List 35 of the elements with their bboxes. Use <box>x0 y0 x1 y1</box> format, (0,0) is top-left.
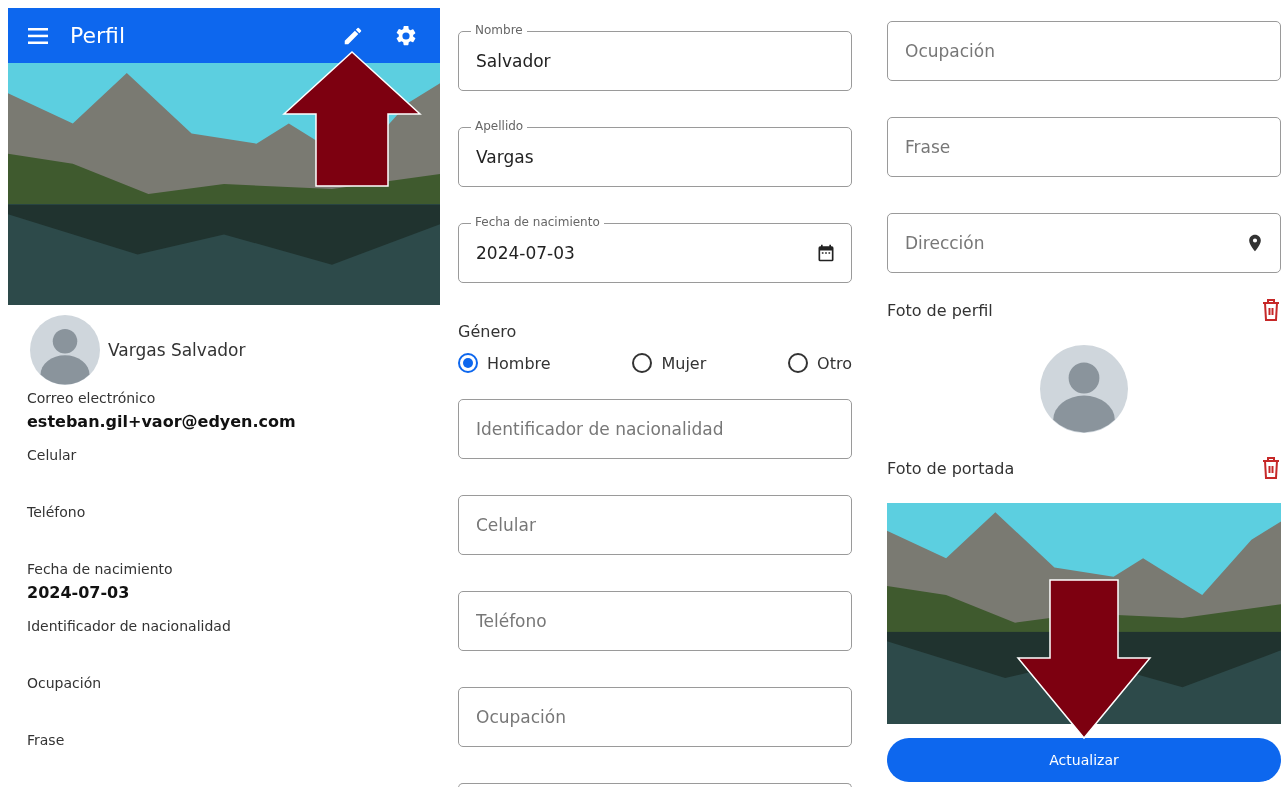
detail-label: Frase <box>27 731 65 750</box>
radio-label[interactable]: Hombre <box>487 353 551 373</box>
field-label: Apellido <box>471 119 528 134</box>
menu-icon[interactable] <box>28 27 48 44</box>
app-title: Perfil <box>70 23 127 48</box>
text-field[interactable]: Teléfono <box>458 591 852 651</box>
detail-label: Correo electrónico <box>27 389 156 408</box>
settings-icon[interactable] <box>394 23 418 48</box>
text-field[interactable]: Ocupación <box>887 21 1281 81</box>
detail-label: Ocupación <box>27 674 102 693</box>
text-field[interactable]: Identificador de nacionalidad <box>458 399 852 459</box>
group-label: Género <box>458 321 517 343</box>
radio-button[interactable] <box>458 353 478 373</box>
text-field[interactable]: Ocupación <box>458 687 852 747</box>
photo-label: Foto de portada <box>887 458 1015 478</box>
radio-button[interactable] <box>788 353 809 373</box>
detail-label: Teléfono <box>27 503 86 522</box>
delete-icon[interactable] <box>1261 298 1281 322</box>
update-button[interactable]: Actualizar <box>887 738 1281 782</box>
detail-label: Celular <box>27 446 77 465</box>
avatar-placeholder <box>30 315 100 385</box>
delete-icon[interactable] <box>1261 456 1281 480</box>
radio-label[interactable]: Otro <box>817 353 852 373</box>
text-field[interactable]: Dirección <box>887 213 1281 273</box>
detail-label: Fecha de nacimiento <box>27 560 173 579</box>
radio-label[interactable]: Mujer <box>661 353 707 373</box>
detail-label: Identificador de nacionalidad <box>27 617 231 636</box>
detail-value: 2024-07-03 <box>27 582 130 604</box>
photo-label: Foto de perfil <box>887 300 993 320</box>
detail-value: esteban.gil+vaor@edyen.com <box>27 411 296 433</box>
calendar-icon[interactable] <box>816 243 836 263</box>
text-field[interactable]: Frase <box>887 117 1281 177</box>
profile-name: Vargas Salvador <box>108 340 246 360</box>
text-field[interactable]: Celular <box>458 495 852 555</box>
radio-button[interactable] <box>632 353 653 373</box>
